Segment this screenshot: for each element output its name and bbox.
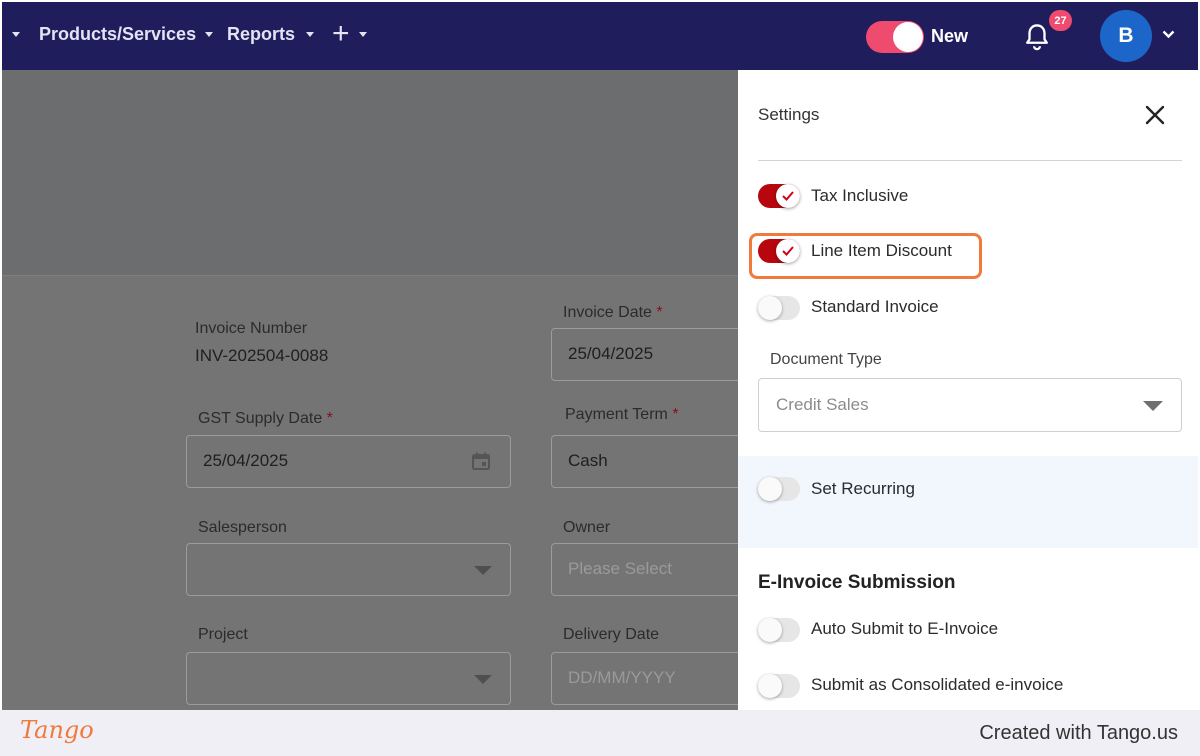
nav-reports-label: Reports (227, 23, 296, 44)
chevron-down-icon (474, 566, 492, 575)
standard-invoice-label: Standard Invoice (811, 297, 939, 316)
toggle-knob (893, 22, 923, 52)
chevron-down-icon (306, 31, 315, 37)
document-type-select[interactable]: Credit Sales (758, 378, 1182, 432)
tax-inclusive-label: Tax Inclusive (811, 186, 909, 205)
invoice-date-value: 25/04/2025 (568, 344, 654, 363)
chevron-down-icon (205, 31, 214, 37)
tango-credit: Created with Tango.us (979, 722, 1178, 744)
check-icon (776, 184, 800, 208)
owner-select[interactable]: Please Select (551, 543, 751, 596)
owner-label: Owner (563, 519, 611, 536)
project-select[interactable] (186, 652, 511, 705)
gst-supply-date-label: GST Supply Date * (198, 410, 333, 427)
auto-submit-einvoice-label: Auto Submit to E-Invoice (811, 619, 999, 638)
nav-products-services[interactable]: Products/Services (39, 2, 214, 66)
salesperson-select[interactable] (186, 543, 511, 596)
user-avatar[interactable]: B (1100, 10, 1152, 62)
toggle-knob (758, 674, 782, 698)
document-type-value: Credit Sales (776, 395, 869, 414)
document-type-label: Document Type (770, 351, 882, 368)
chevron-down-icon (474, 675, 492, 684)
set-recurring-label: Set Recurring (811, 479, 915, 498)
invoice-date-field[interactable]: 25/04/2025 (551, 328, 751, 381)
owner-placeholder: Please Select (568, 559, 672, 578)
auto-submit-einvoice-toggle[interactable] (758, 618, 800, 642)
new-ui-label: New (931, 26, 969, 46)
invoice-number-value: INV-202504-0088 (195, 346, 329, 365)
invoice-form: Invoice Number INV-202504-0088 Invoice D… (2, 275, 751, 710)
standard-invoice-toggle[interactable] (758, 296, 800, 320)
toggle-knob (758, 296, 782, 320)
top-navbar: Products/Services Reports + New 27 B (2, 2, 1198, 70)
einvoice-heading: E-Invoice Submission (758, 572, 956, 593)
tango-footer: Tango Created with Tango.us (0, 710, 1200, 756)
step-highlight-box (749, 233, 982, 279)
invoice-date-label: Invoice Date * (563, 304, 663, 321)
chevron-down-icon (1143, 401, 1163, 411)
nav-menu-caret[interactable] (12, 2, 20, 66)
nav-products-services-label: Products/Services (39, 23, 197, 44)
chevron-down-icon (358, 31, 367, 37)
new-ui-toggle[interactable] (866, 21, 924, 53)
nav-add-menu[interactable]: + (332, 2, 367, 66)
tango-logo: Tango (20, 716, 94, 744)
consolidated-einvoice-toggle[interactable] (758, 674, 800, 698)
delivery-date-label: Delivery Date (563, 626, 660, 643)
set-recurring-section: Set Recurring (738, 456, 1198, 548)
bell-icon[interactable] (1023, 22, 1051, 52)
payment-term-label: Payment Term * (565, 406, 679, 423)
gst-supply-date-value: 25/04/2025 (203, 451, 289, 470)
tax-inclusive-toggle[interactable] (758, 184, 800, 208)
chevron-down-icon[interactable] (1162, 30, 1175, 39)
set-recurring-toggle[interactable] (758, 477, 800, 501)
consolidated-einvoice-label: Submit as Consolidated e-invoice (811, 675, 1064, 694)
salesperson-label: Salesperson (198, 519, 287, 536)
gst-supply-date-field[interactable]: 25/04/2025 (186, 435, 511, 488)
nav-reports[interactable]: Reports (227, 2, 315, 66)
settings-divider (758, 160, 1182, 161)
notification-count-badge: 27 (1049, 10, 1072, 31)
payment-term-field[interactable]: Cash (551, 435, 751, 488)
invoice-number-label: Invoice Number (195, 320, 308, 337)
delivery-date-field[interactable]: DD/MM/YYYY (551, 652, 751, 705)
settings-drawer: Settings Tax Inclusive Line Item Discoun… (738, 70, 1198, 710)
calendar-icon[interactable] (471, 451, 491, 471)
delivery-date-placeholder: DD/MM/YYYY (568, 668, 676, 687)
overlay-backdrop[interactable] (2, 70, 738, 275)
chevron-down-icon (12, 31, 20, 37)
plus-icon: + (332, 17, 350, 50)
close-icon[interactable] (1144, 104, 1166, 126)
toggle-knob (758, 618, 782, 642)
payment-term-value: Cash (568, 451, 608, 470)
toggle-knob (758, 477, 782, 501)
project-label: Project (198, 626, 248, 643)
settings-title: Settings (758, 105, 820, 124)
